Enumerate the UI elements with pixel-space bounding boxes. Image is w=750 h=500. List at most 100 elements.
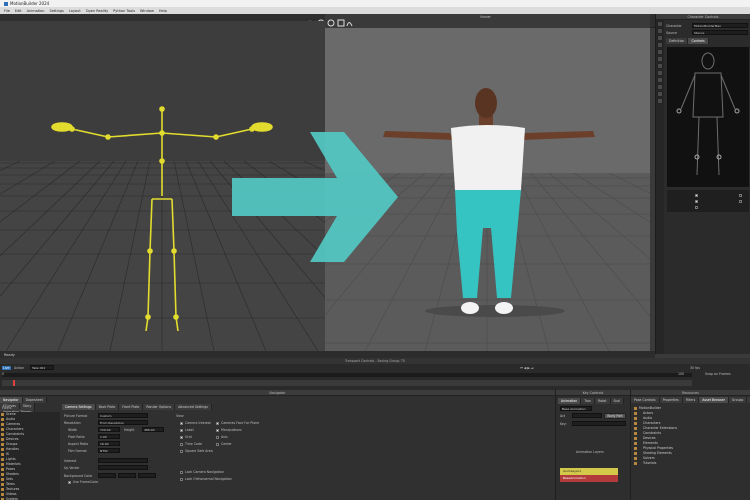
key-label: Key: — [560, 422, 567, 426]
key-icon[interactable] — [657, 35, 663, 41]
tab-controls[interactable]: Controls — [688, 38, 709, 44]
anim-layer-1[interactable]: AnimLayer1 — [560, 468, 618, 475]
menu-item-window[interactable]: Window — [140, 9, 154, 13]
resolution-select[interactable]: From Resolution — [98, 420, 148, 425]
tab-back-plate[interactable]: Back Plate — [95, 404, 120, 410]
interest-label: Interest — [64, 459, 77, 463]
take-select[interactable]: Take 001 — [30, 365, 54, 370]
menu-item-open-reality[interactable]: Open Reality — [86, 9, 108, 13]
interest-field[interactable] — [98, 458, 148, 463]
lock-icon[interactable] — [657, 28, 663, 34]
playback-controls[interactable]: ⏮ ◀ ▶ ⏭ — [520, 366, 534, 370]
left-shoe — [461, 302, 479, 314]
tab-filters[interactable]: Filters — [682, 397, 700, 403]
height-field[interactable]: 486.00 — [142, 427, 164, 432]
timeline-track[interactable] — [2, 380, 692, 386]
option-checkbox[interactable] — [739, 200, 742, 203]
menu-item-edit[interactable]: Edit — [15, 9, 22, 13]
character-controls-title: Character Controls — [656, 14, 750, 20]
figure-options — [667, 190, 749, 212]
option-checkbox[interactable] — [695, 206, 698, 209]
option-checkbox[interactable] — [180, 436, 183, 439]
time-cursor[interactable] — [13, 380, 15, 386]
background-color-label: Background Color — [64, 474, 93, 478]
viewer-right-header: Viewer — [306, 14, 650, 28]
record-button[interactable]: Live — [2, 366, 11, 370]
option-checkbox[interactable] — [180, 443, 183, 446]
base-animation-select[interactable]: Base Animation — [560, 406, 592, 411]
option-checkbox[interactable] — [180, 422, 183, 425]
tab-asset-browser[interactable]: Asset Browser — [699, 397, 729, 403]
tab-render-options[interactable]: Render Options — [143, 404, 176, 410]
option-checkbox[interactable] — [180, 429, 183, 432]
tab-pose-controls[interactable]: Pose Controls — [631, 397, 660, 403]
menu-item-help[interactable]: Help — [159, 9, 167, 13]
menu-item-animation[interactable]: Animation — [27, 9, 45, 13]
bg-color-b[interactable] — [138, 473, 156, 478]
option-checkbox[interactable] — [216, 436, 219, 439]
body-part-icon[interactable] — [657, 56, 663, 62]
pin-icon[interactable] — [657, 42, 663, 48]
end-frame: 100 — [678, 372, 685, 376]
fps-label: 30 fps — [690, 366, 700, 370]
menu-item-layout[interactable]: Layout — [69, 9, 81, 13]
tab-properties[interactable]: Properties — [659, 397, 683, 403]
bg-color-r[interactable] — [98, 473, 116, 478]
base-animation-layer[interactable]: BaseAnimation — [560, 475, 618, 482]
option-checkbox[interactable] — [695, 200, 698, 203]
mirror-icon[interactable] — [657, 70, 663, 76]
tree-item[interactable]: Tutorials — [633, 461, 749, 466]
full-body-icon[interactable] — [657, 49, 663, 55]
timeline-ruler[interactable]: 0 100 — [2, 372, 692, 377]
reach-icon[interactable] — [657, 91, 663, 97]
tab-front-plate[interactable]: Front Plate — [119, 404, 144, 410]
tab-camera-settings[interactable]: Camera Settings — [62, 404, 96, 410]
picture-format-select[interactable]: Custom — [98, 413, 148, 418]
action-label: Action — [14, 366, 24, 370]
character-icon[interactable] — [657, 21, 663, 27]
option-checkbox[interactable] — [216, 422, 219, 425]
lock-ortho-checkbox[interactable] — [180, 478, 183, 481]
character-select[interactable]: MotionBuilderMan — [692, 23, 748, 28]
bg-color-g[interactable] — [118, 473, 136, 478]
option-checkbox[interactable] — [180, 450, 183, 453]
tab-groups[interactable]: Groups — [728, 397, 748, 403]
body-part-button[interactable]: Body Part — [604, 413, 626, 419]
menu-item-settings[interactable]: Settings — [49, 9, 63, 13]
tab-animation[interactable]: Animation — [558, 398, 582, 404]
key-controls-tabs: Animation Tran Rotat Scal — [558, 398, 625, 404]
key-field[interactable] — [572, 421, 626, 426]
release-icon[interactable] — [657, 98, 663, 104]
option-label: Manipulators — [221, 428, 242, 432]
option-checkbox[interactable] — [216, 429, 219, 432]
resources-tree[interactable]: MotionBuilder Actors Audio Characters Charac… — [633, 406, 749, 498]
width-field[interactable]: 720.00 — [98, 427, 120, 432]
ik-icon[interactable] — [657, 77, 663, 83]
fk-icon[interactable] — [657, 84, 663, 90]
option-checkbox[interactable] — [216, 443, 219, 446]
option-checkbox[interactable] — [739, 194, 742, 197]
character-figure[interactable] — [667, 47, 749, 187]
tab-rotat[interactable]: Rotat — [595, 398, 611, 404]
key-controls-title: Key Controls — [556, 390, 630, 396]
lock-navigation-checkbox[interactable] — [180, 471, 183, 474]
tab-tran[interactable]: Tran — [581, 398, 596, 404]
menu-item-python-tools[interactable]: Python Tools — [113, 9, 135, 13]
tab-definition[interactable]: Definition — [666, 38, 689, 44]
pixel-ratio-field[interactable]: 1.00 — [98, 434, 120, 439]
up-vector-field[interactable] — [98, 465, 148, 470]
tab-scal[interactable]: Scal — [610, 398, 625, 404]
picture-format-label: Picture Format — [64, 414, 88, 418]
menu-item-file[interactable]: File — [4, 9, 10, 13]
app-icon — [4, 1, 8, 6]
character-label: Character — [666, 24, 682, 28]
aspect-field[interactable]: 16.00 — [98, 441, 120, 446]
source-select[interactable]: Stance — [692, 30, 748, 35]
tab-advanced-settings[interactable]: Advanced Settings — [175, 404, 212, 410]
film-format-select[interactable]: NTSC — [98, 448, 120, 453]
select-icon[interactable] — [657, 63, 663, 69]
navigator-tree[interactable]: Scene Audio Cameras Characters Constraints De… — [0, 412, 60, 500]
act-field[interactable] — [572, 413, 602, 418]
option-checkbox[interactable] — [695, 194, 698, 197]
use-frame-color-checkbox[interactable] — [68, 481, 71, 484]
